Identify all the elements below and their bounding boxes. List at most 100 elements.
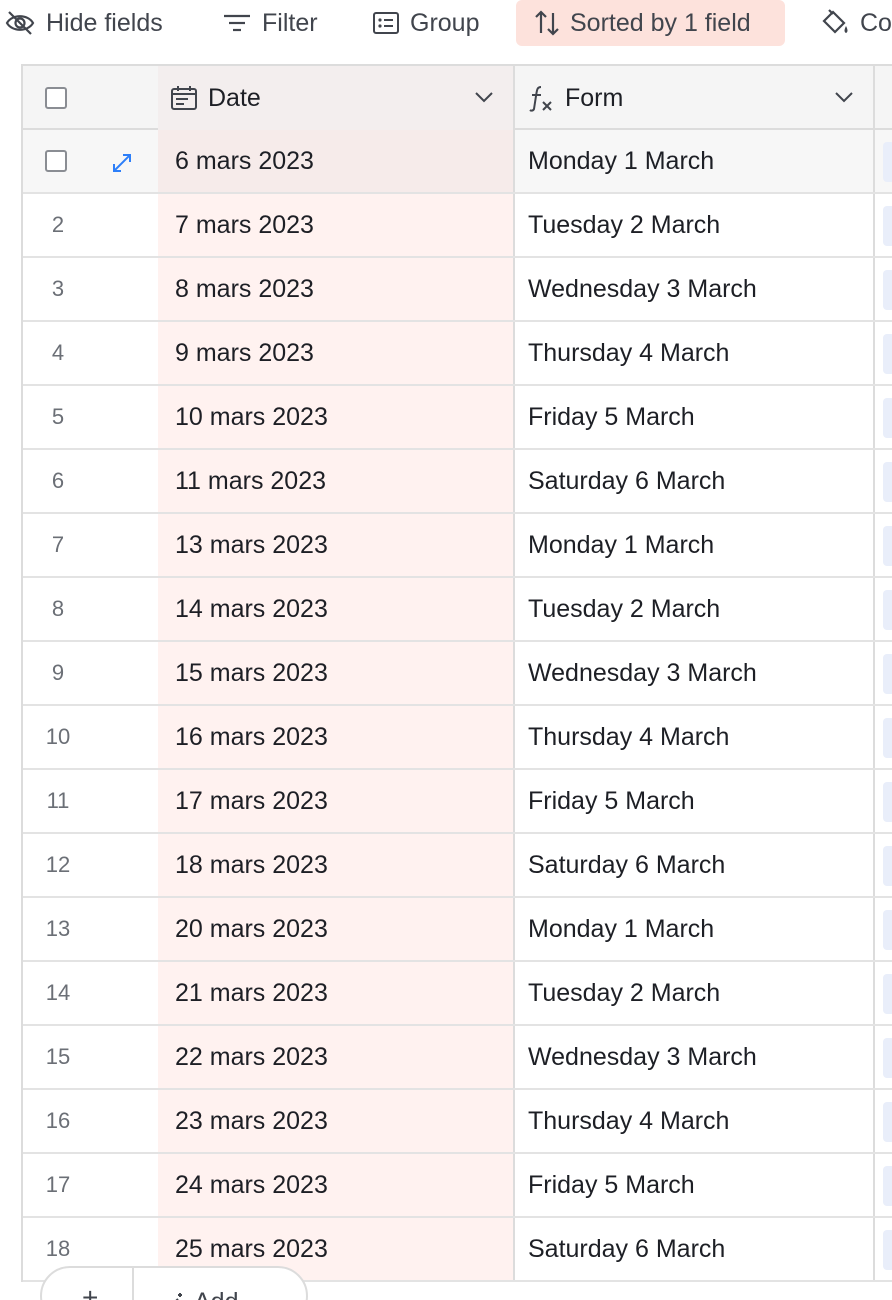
table-row[interactable]: 5 10 mars 2023 Friday 5 March [23,386,892,450]
color-label: Co [860,8,892,37]
row-number: 7 [51,532,65,557]
cell-date[interactable]: 22 mars 2023 [158,1026,515,1088]
cell-date[interactable]: 7 mars 2023 [158,194,515,256]
table-row[interactable]: 8 14 mars 2023 Tuesday 2 March [23,578,892,642]
sort-arrows-icon [534,9,560,37]
column-label-form: Form [565,83,624,112]
cell-form[interactable]: Friday 5 March [515,1154,875,1216]
cell-next-column[interactable] [883,270,892,310]
row-number: 8 [51,596,65,621]
row-number: 14 [45,980,71,1005]
cell-form[interactable]: Monday 1 March [515,514,875,576]
cell-date[interactable]: 23 mars 2023 [158,1090,515,1152]
cell-next-column[interactable] [883,1038,892,1078]
color-button[interactable]: Co [818,0,892,46]
cell-next-column[interactable] [883,974,892,1014]
cell-date[interactable]: 24 mars 2023 [158,1154,515,1216]
table-row[interactable]: 6 11 mars 2023 Saturday 6 March [23,450,892,514]
add-record-button[interactable]: + [82,1282,98,1300]
view-toolbar: Hide fields Filter Group Sorted by 1 fie… [0,0,892,64]
column-header-form[interactable]: Form [515,66,875,130]
table-row[interactable]: 9 15 mars 2023 Wednesday 3 March [23,642,892,706]
cell-form[interactable]: Monday 1 March [515,898,875,960]
cell-date[interactable]: 6 mars 2023 [158,130,515,192]
add-label: Add... [194,1288,259,1300]
row-checkbox[interactable] [45,150,67,172]
cell-next-column[interactable] [883,782,892,822]
cell-next-column[interactable] [883,462,892,502]
expand-record-icon[interactable] [109,150,135,181]
cell-form[interactable]: Thursday 4 March [515,706,875,768]
cell-form[interactable]: Wednesday 3 March [515,642,875,704]
table-row[interactable]: 15 22 mars 2023 Wednesday 3 March [23,1026,892,1090]
cell-form[interactable]: Saturday 6 March [515,450,875,512]
cell-date[interactable]: 16 mars 2023 [158,706,515,768]
table-row[interactable]: 13 20 mars 2023 Monday 1 March [23,898,892,962]
cell-next-column[interactable] [883,398,892,438]
cell-form[interactable]: Tuesday 2 March [515,578,875,640]
row-number: 6 [51,468,65,493]
eye-off-icon [4,9,36,37]
cell-date[interactable]: 15 mars 2023 [158,642,515,704]
cell-next-column[interactable] [883,526,892,566]
row-number: 17 [45,1172,71,1197]
cell-form[interactable]: Thursday 4 March [515,322,875,384]
cell-form[interactable]: Tuesday 2 March [515,194,875,256]
group-button[interactable]: Group [372,0,479,46]
chevron-down-icon[interactable] [833,86,855,115]
cell-date[interactable]: 14 mars 2023 [158,578,515,640]
cell-next-column[interactable] [883,846,892,886]
cell-next-column[interactable] [883,910,892,950]
table-row[interactable]: 3 8 mars 2023 Wednesday 3 March [23,258,892,322]
cell-next-column[interactable] [883,590,892,630]
cell-next-column[interactable] [883,718,892,758]
cell-date[interactable]: 18 mars 2023 [158,834,515,896]
cell-form[interactable]: Saturday 6 March [515,1218,875,1280]
cell-date[interactable]: 17 mars 2023 [158,770,515,832]
cell-date[interactable]: 10 mars 2023 [158,386,515,448]
add-record-bar: + Add... [40,1266,308,1300]
cell-next-column[interactable] [883,1166,892,1206]
table-row[interactable]: 7 13 mars 2023 Monday 1 March [23,514,892,578]
paint-bucket-icon [818,8,850,38]
table-row[interactable]: 2 7 mars 2023 Tuesday 2 March [23,194,892,258]
chevron-down-icon[interactable] [473,86,495,115]
cell-form[interactable]: Friday 5 March [515,386,875,448]
cell-form[interactable]: Friday 5 March [515,770,875,832]
hide-fields-button[interactable]: Hide fields [4,0,163,46]
cell-date[interactable]: 8 mars 2023 [158,258,515,320]
cell-form[interactable]: Wednesday 3 March [515,258,875,320]
column-header-date[interactable]: Date [158,66,515,130]
table-row[interactable]: 17 24 mars 2023 Friday 5 March [23,1154,892,1218]
cell-date[interactable]: 11 mars 2023 [158,450,515,512]
cell-next-column[interactable] [883,142,892,182]
select-all-checkbox[interactable] [45,87,67,109]
cell-next-column[interactable] [883,654,892,694]
cell-date[interactable]: 13 mars 2023 [158,514,515,576]
cell-date[interactable]: 20 mars 2023 [158,898,515,960]
cell-form[interactable]: Tuesday 2 March [515,962,875,1024]
cell-form[interactable]: Saturday 6 March [515,834,875,896]
table-row[interactable]: 16 23 mars 2023 Thursday 4 March [23,1090,892,1154]
add-with-ai-button[interactable]: Add... [162,1288,259,1300]
cell-form[interactable]: Monday 1 March [515,130,875,192]
cell-date[interactable]: 9 mars 2023 [158,322,515,384]
table-row[interactable]: 4 9 mars 2023 Thursday 4 March [23,322,892,386]
cell-next-column[interactable] [883,206,892,246]
column-label-date: Date [208,83,261,112]
add-bar-divider [132,1268,134,1300]
table-row[interactable]: 14 21 mars 2023 Tuesday 2 March [23,962,892,1026]
sort-button[interactable]: Sorted by 1 field [516,0,785,46]
cell-next-column[interactable] [883,334,892,374]
cell-form[interactable]: Thursday 4 March [515,1090,875,1152]
table-row[interactable]: 11 17 mars 2023 Friday 5 March [23,770,892,834]
cell-date[interactable]: 21 mars 2023 [158,962,515,1024]
cell-next-column[interactable] [883,1230,892,1270]
table-row[interactable]: 10 16 mars 2023 Thursday 4 March [23,706,892,770]
cell-next-column[interactable] [883,1102,892,1142]
filter-button[interactable]: Filter [222,0,318,46]
table-row[interactable]: 6 mars 2023 Monday 1 March [23,130,892,194]
cell-form[interactable]: Wednesday 3 March [515,1026,875,1088]
formula-icon [527,84,555,112]
table-row[interactable]: 12 18 mars 2023 Saturday 6 March [23,834,892,898]
